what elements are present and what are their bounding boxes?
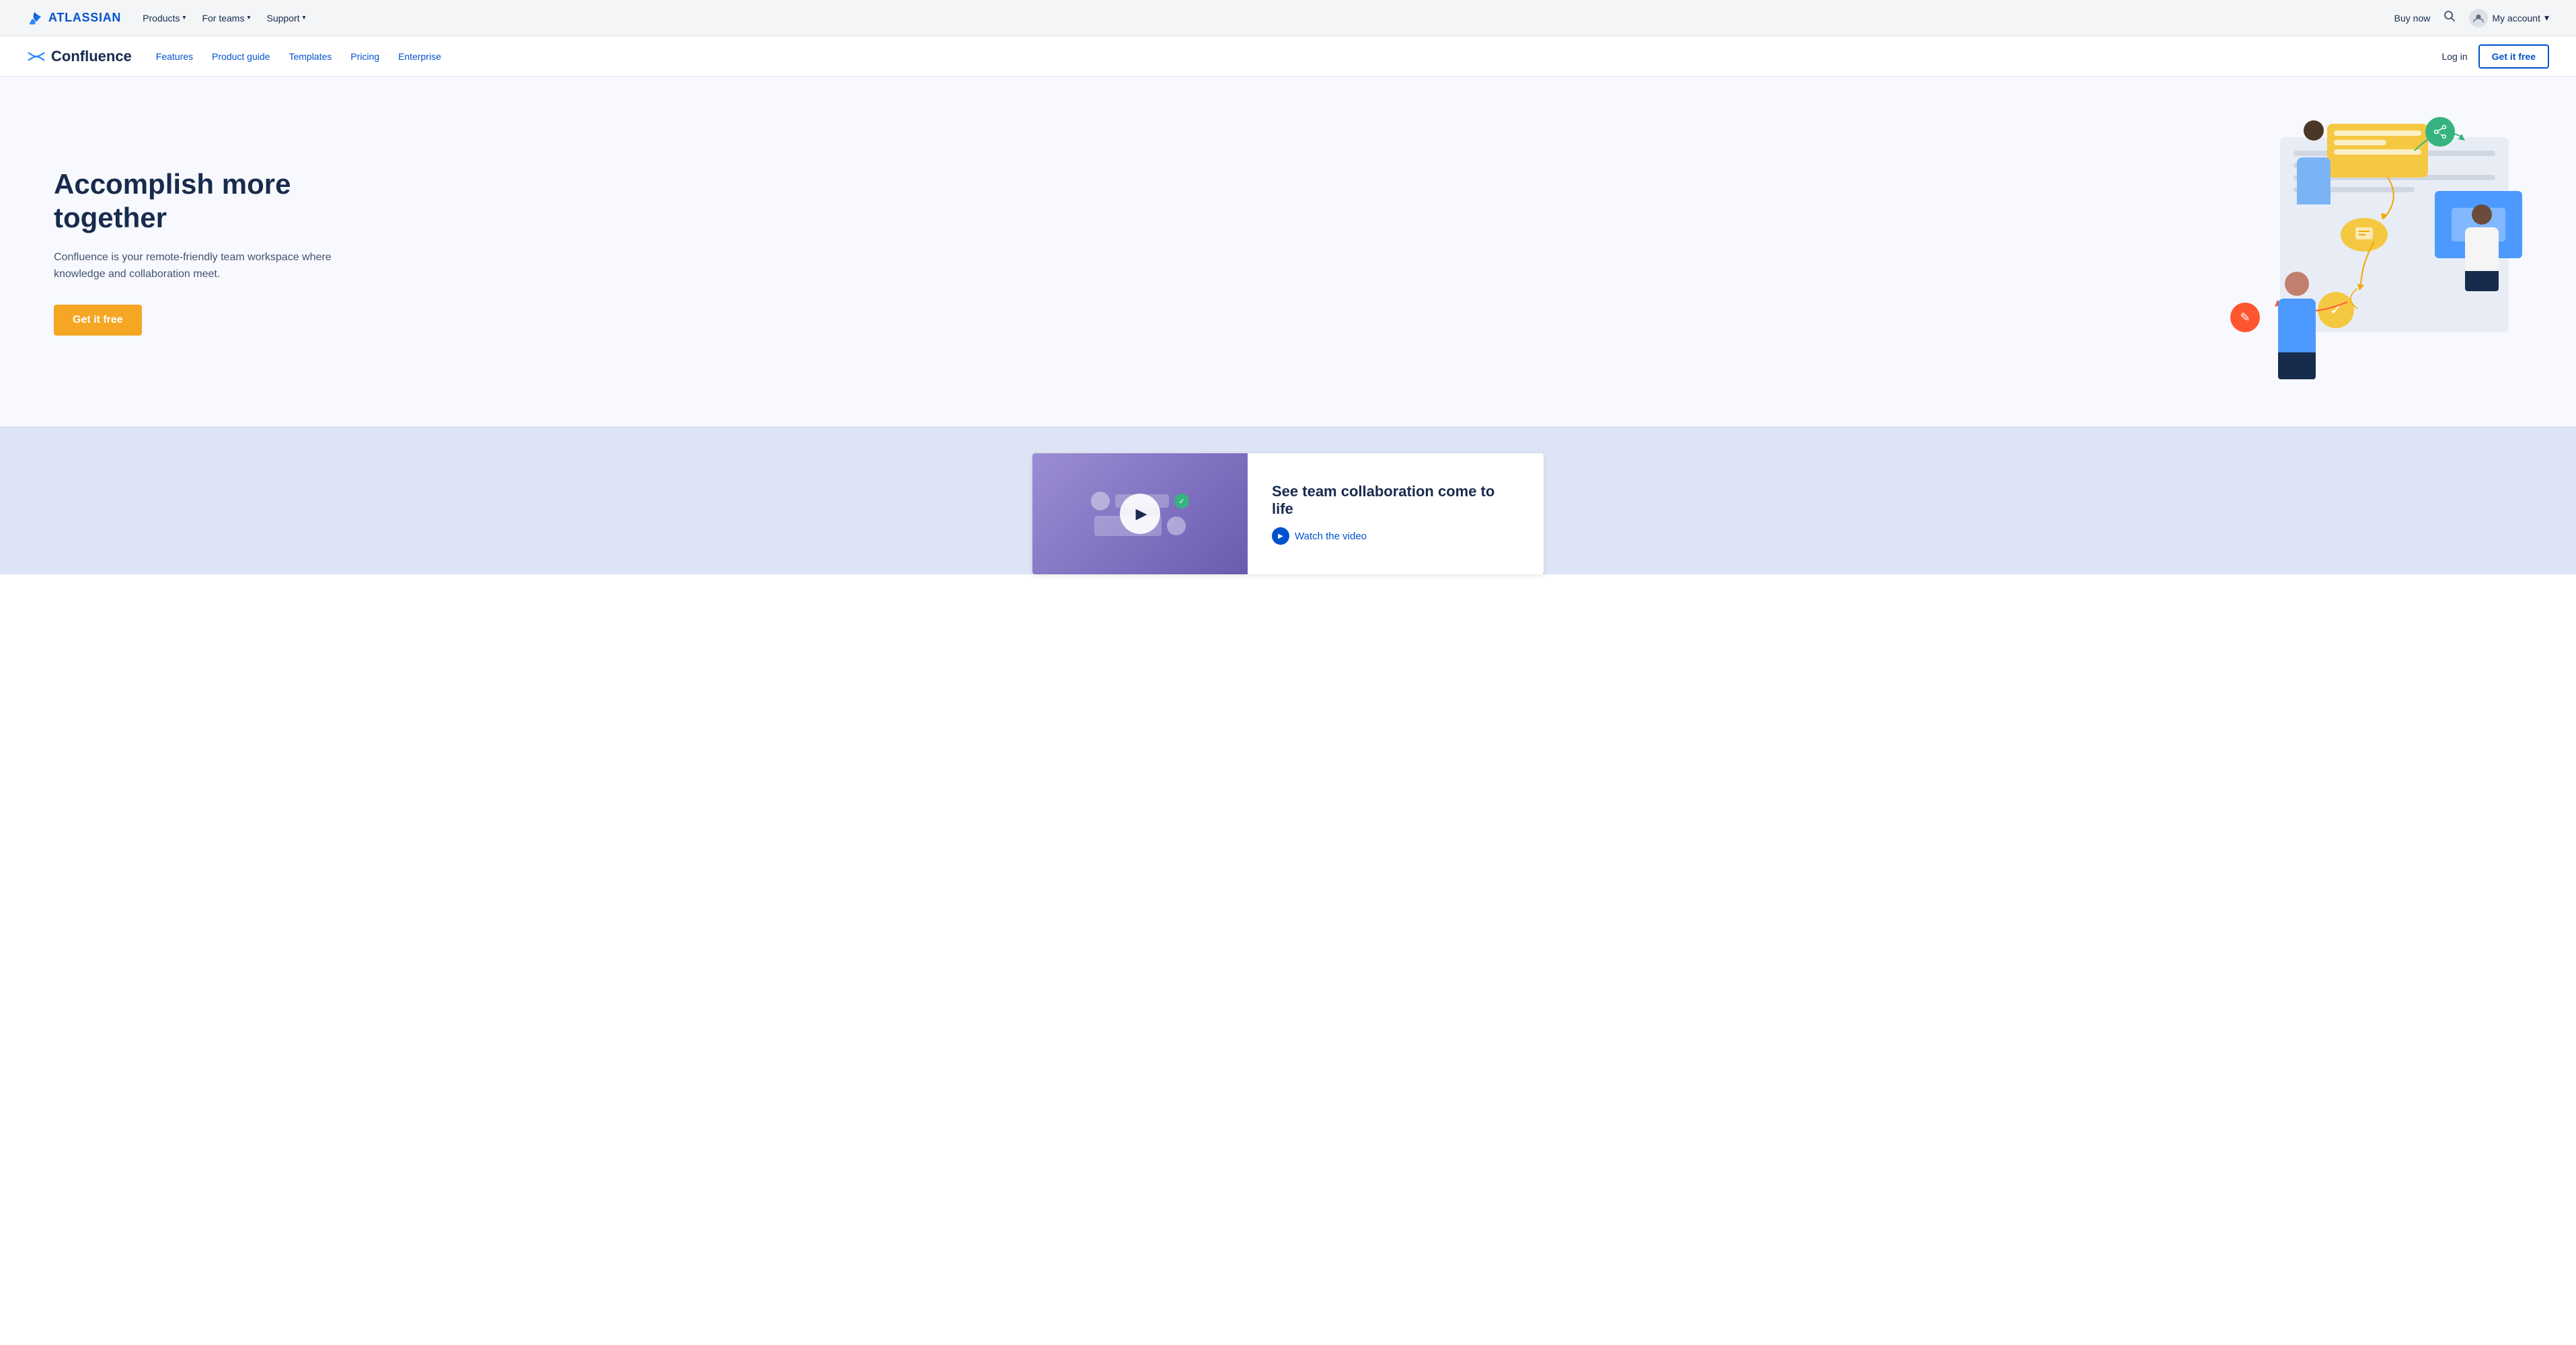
- illustration-person3: [2455, 204, 2509, 292]
- atlassian-logo-text: ATLASSIAN: [48, 11, 121, 25]
- product-guide-link[interactable]: Product guide: [212, 51, 270, 62]
- confluence-nav-right: Log in Get it free: [2441, 44, 2549, 69]
- play-button[interactable]: ▶: [1120, 494, 1160, 534]
- support-chevron-icon: ▾: [303, 14, 306, 22]
- person2-legs: [2278, 352, 2316, 379]
- video-section: ✓ ▶ See team collaboration come to life …: [0, 426, 2576, 574]
- play-icon: ▶: [1136, 505, 1147, 523]
- hero-content: Accomplish more together Confluence is y…: [54, 167, 377, 336]
- account-avatar: [2469, 9, 2488, 28]
- hero-cta-button[interactable]: Get it free: [54, 305, 142, 336]
- pricing-link[interactable]: Pricing: [350, 51, 379, 62]
- products-chevron-icon: ▾: [182, 14, 186, 22]
- video-thumb-content: ✓ ▶: [1032, 453, 1248, 574]
- watch-video-link[interactable]: ▶ Watch the video: [1272, 527, 1519, 545]
- confluence-logo-text: Confluence: [51, 48, 132, 65]
- confluence-nav-left: Confluence Features Product guide Templa…: [27, 47, 441, 66]
- illus-card-line-2: [2334, 140, 2386, 145]
- illustration-share-icon: [2425, 117, 2455, 147]
- person3-head: [2472, 204, 2492, 225]
- for-teams-chevron-icon: ▾: [247, 14, 250, 22]
- hero-illustration: ✓ ✎: [2213, 110, 2522, 393]
- watch-play-icon: ▶: [1272, 527, 1289, 545]
- products-nav-link[interactable]: Products ▾: [143, 13, 186, 24]
- login-link[interactable]: Log in: [2441, 51, 2467, 62]
- video-title: See team collaboration come to life: [1272, 483, 1519, 518]
- buy-now-link[interactable]: Buy now: [2394, 13, 2431, 24]
- thumb-avatar-2: [1167, 516, 1186, 535]
- templates-link[interactable]: Templates: [289, 51, 332, 62]
- person3-legs: [2465, 271, 2499, 291]
- person2-head: [2285, 272, 2309, 296]
- top-nav-right: Buy now My account ▾: [2394, 9, 2549, 28]
- person1-head: [2304, 120, 2324, 141]
- for-teams-nav-link[interactable]: For teams ▾: [202, 13, 250, 24]
- illus-card-line-1: [2334, 130, 2421, 136]
- enterprise-link[interactable]: Enterprise: [398, 51, 441, 62]
- illustration-person1: [2287, 117, 2341, 198]
- illustration-edit-icon: ✎: [2230, 303, 2260, 332]
- confluence-navigation: Confluence Features Product guide Templa…: [0, 36, 2576, 77]
- top-nav-left: ATLASSIAN Products ▾ For teams ▾ Support…: [27, 10, 306, 26]
- search-icon: [2444, 10, 2456, 22]
- my-account-label: My account: [2492, 13, 2540, 24]
- thumb-check-1: ✓: [1174, 494, 1189, 508]
- watch-video-label: Watch the video: [1295, 531, 1367, 542]
- message-icon: [2353, 223, 2376, 246]
- video-info: See team collaboration come to life ▶ Wa…: [1248, 453, 1544, 574]
- hero-section: Accomplish more together Confluence is y…: [0, 77, 2576, 426]
- features-link[interactable]: Features: [156, 51, 193, 62]
- my-account-button[interactable]: My account ▾: [2469, 9, 2549, 28]
- hero-subtitle: Confluence is your remote-friendly team …: [54, 249, 377, 283]
- hero-title: Accomplish more together: [54, 167, 377, 235]
- support-nav-link[interactable]: Support ▾: [266, 13, 305, 24]
- search-button[interactable]: [2444, 10, 2456, 26]
- video-thumbnail[interactable]: ✓ ▶: [1032, 453, 1248, 574]
- atlassian-logo-icon: [27, 10, 43, 26]
- thumb-avatar-1: [1091, 492, 1110, 510]
- top-nav-links: Products ▾ For teams ▾ Support ▾: [143, 13, 305, 24]
- illus-card-line-3: [2334, 149, 2421, 155]
- illustration-person2: [2267, 272, 2327, 379]
- confluence-logo-icon: [27, 47, 46, 66]
- get-it-free-nav-button[interactable]: Get it free: [2478, 44, 2549, 69]
- top-navigation: ATLASSIAN Products ▾ For teams ▾ Support…: [0, 0, 2576, 36]
- illustration-yellow-card: [2327, 124, 2428, 178]
- account-chevron-icon: ▾: [2544, 12, 2549, 24]
- person2-body: [2278, 299, 2316, 352]
- confluence-logo[interactable]: Confluence: [27, 47, 132, 66]
- person1-body: [2297, 157, 2331, 204]
- illustration-message-bubble: [2341, 218, 2388, 252]
- atlassian-logo[interactable]: ATLASSIAN: [27, 10, 121, 26]
- video-card: ✓ ▶ See team collaboration come to life …: [1032, 453, 1544, 574]
- person3-body: [2465, 227, 2499, 271]
- account-avatar-icon: [2473, 13, 2484, 24]
- confluence-nav-links: Features Product guide Templates Pricing…: [156, 51, 441, 62]
- share-icon: [2433, 124, 2448, 139]
